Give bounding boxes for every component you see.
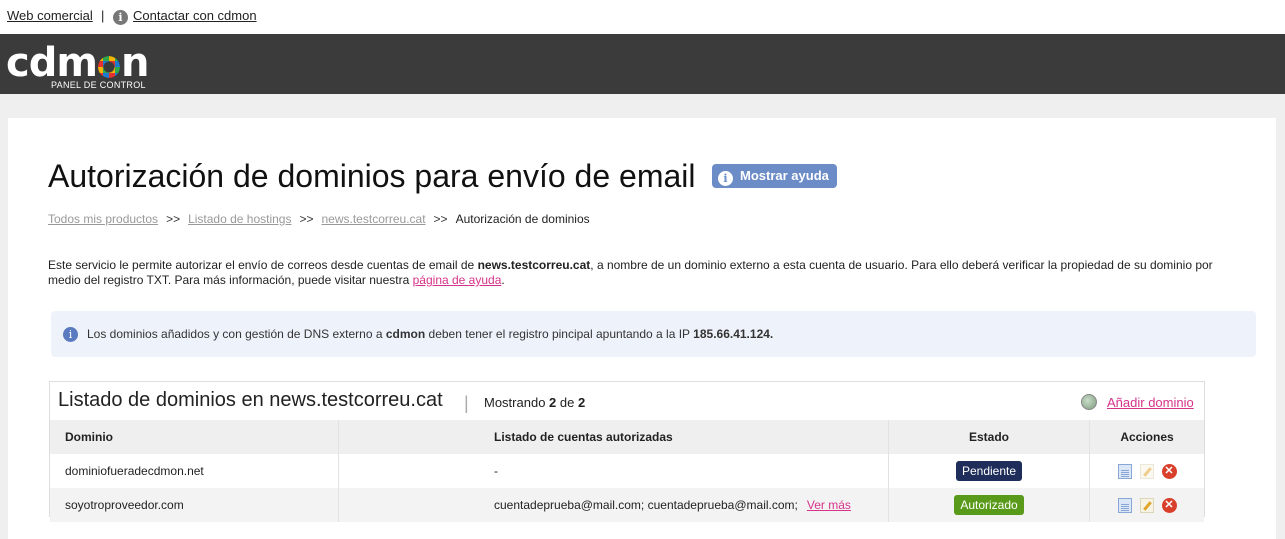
dns-notice: i Los dominios añadidos y con gestión de… [51, 311, 1256, 357]
content-card: Autorización de dominios para envío de e… [8, 118, 1276, 539]
domain-list-title: Listado de dominios en news.testcorreu.c… [58, 389, 443, 411]
column-header-domain: Dominio [50, 420, 339, 454]
actions-cell: ✕ [1089, 488, 1204, 522]
top-links-separator: | [101, 8, 105, 23]
notice-text: Los dominios añadidos y con gestión de D… [87, 327, 774, 341]
status-badge: Autorizado [954, 495, 1024, 515]
status-cell: Pendiente [888, 454, 1090, 488]
top-links-bar: Web comercial | i Contactar con cdmon [0, 0, 1285, 34]
table-row: soyotroproveedor.com cuentadeprueba@mail… [50, 488, 1204, 522]
edit-icon [1139, 463, 1154, 479]
breadcrumb-current: Autorización de dominios [455, 212, 590, 226]
column-header-accounts: Listado de cuentas autorizadas [338, 420, 889, 454]
delete-icon[interactable]: ✕ [1161, 497, 1177, 513]
breadcrumb-separator: >> [433, 212, 448, 226]
web-comercial-link[interactable]: Web comercial [7, 8, 93, 23]
accounts-cell: - [338, 454, 889, 488]
show-help-button[interactable]: i Mostrar ayuda [712, 164, 837, 188]
add-domain-icon[interactable] [1081, 394, 1097, 410]
info-icon: i [113, 10, 128, 25]
domain-table: Dominio Listado de cuentas autorizadas E… [50, 420, 1204, 522]
breadcrumb-all-products[interactable]: Todos mis productos [48, 212, 158, 226]
logo-subtitle: PANEL DE CONTROL [51, 80, 146, 90]
edit-icon[interactable] [1139, 497, 1154, 513]
breadcrumb-hostings[interactable]: Listado de hostings [188, 212, 291, 226]
page-title: Autorización de dominios para envío de e… [48, 158, 696, 194]
domain-cell: soyotroproveedor.com [50, 488, 339, 522]
table-header-row: Dominio Listado de cuentas autorizadas E… [50, 420, 1204, 454]
actions-cell: ✕ [1090, 454, 1205, 488]
see-more-link[interactable]: Ver más [807, 498, 851, 512]
help-button-label: Mostrar ayuda [740, 168, 829, 183]
contact-link[interactable]: Contactar con cdmon [133, 8, 257, 23]
status-cell: Autorizado [888, 488, 1090, 522]
domain-cell: dominiofueradecdmon.net [50, 454, 339, 488]
breadcrumb-domain[interactable]: news.testcorreu.cat [322, 212, 426, 226]
breadcrumb: Todos mis productos >> Listado de hostings… [48, 212, 590, 226]
breadcrumb-separator: >> [166, 212, 181, 226]
description-domain: news.testcorreu.cat [477, 258, 591, 272]
document-icon[interactable] [1117, 463, 1132, 479]
service-description: Este servicio le permite autorizar el en… [48, 258, 1213, 287]
table-row: dominiofueradecdmon.net - Pendiente ✕ [50, 454, 1204, 488]
status-badge: Pendiente [955, 461, 1023, 481]
domain-list-panel: Listado de dominios en news.testcorreu.c… [49, 381, 1205, 522]
document-icon[interactable] [1117, 497, 1132, 513]
column-header-status: Estado [888, 420, 1090, 454]
breadcrumb-separator: >> [299, 212, 314, 226]
add-domain-link[interactable]: Añadir dominio [1107, 395, 1194, 410]
info-icon: i [63, 327, 78, 342]
info-icon: i [718, 171, 733, 186]
logo-ring-icon [98, 56, 121, 78]
help-page-link[interactable]: página de ayuda [413, 273, 502, 287]
title-separator: | [464, 393, 469, 413]
header: cdm n PANEL DE CONTROL [0, 34, 1285, 94]
column-header-actions: Acciones [1089, 420, 1204, 454]
delete-icon[interactable]: ✕ [1161, 463, 1177, 479]
accounts-cell: cuentadeprueba@mail.com; cuentadeprueba@… [338, 488, 889, 522]
showing-count: Mostrando 2 de 2 [484, 395, 586, 410]
